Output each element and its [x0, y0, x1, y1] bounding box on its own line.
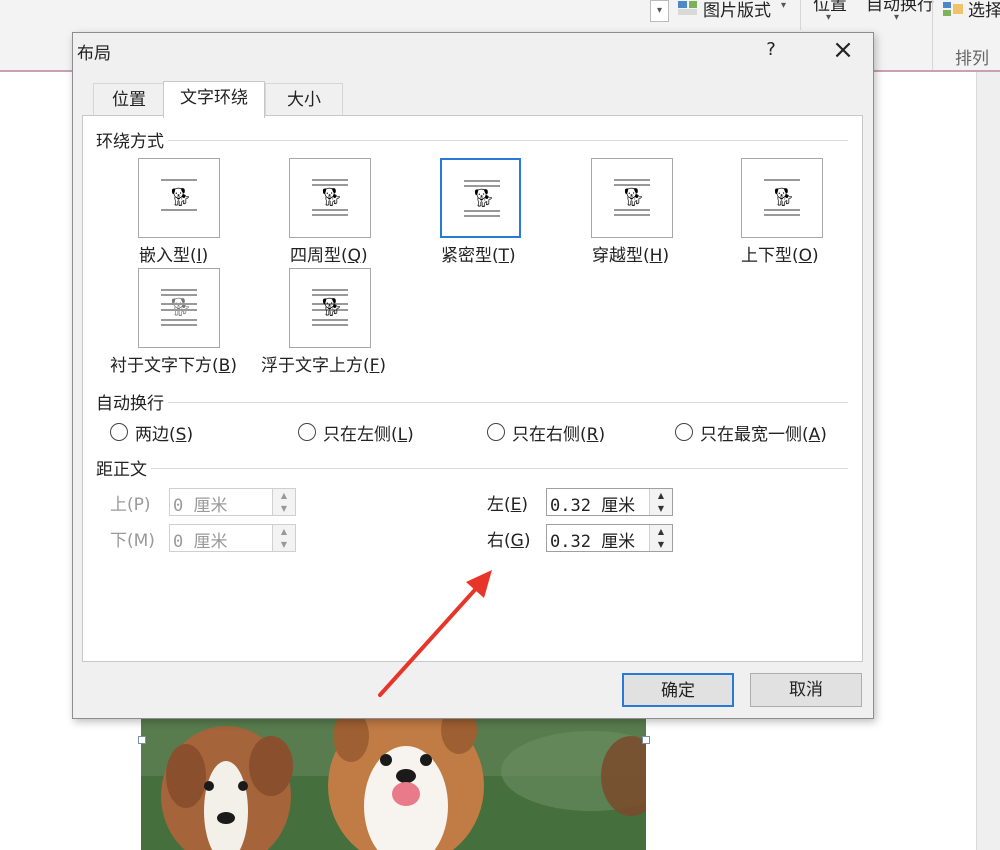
- annotation-arrow: [378, 570, 492, 697]
- wrap-through-icon: 🐕︎: [614, 179, 650, 217]
- watermark-brand: Bai: [760, 755, 831, 799]
- autowrap-button-label[interactable]: 自动换行: [866, 0, 934, 15]
- close-button[interactable]: ×: [825, 35, 861, 67]
- radio-label-left-only: 只在左侧(L): [323, 425, 414, 445]
- wrap-inline-icon: 🐕︎: [161, 179, 197, 217]
- chevron-down-icon: ▾: [826, 12, 832, 23]
- wrap-label-behind-text: 衬于文字下方(B): [110, 356, 237, 376]
- radio-label-largest-only: 只在最宽一侧(A): [700, 425, 827, 445]
- distance-top-label: 上(P): [110, 495, 151, 515]
- wrap-label-in-front: 浮于文字上方(F): [261, 356, 387, 376]
- tab-position[interactable]: 位置: [93, 83, 165, 116]
- spin-up-icon: ▲: [273, 525, 295, 539]
- picture-layout-icon: [678, 1, 697, 15]
- section-divider: [163, 140, 848, 141]
- resize-handle[interactable]: [642, 736, 650, 744]
- distance-top-spinner: 0 厘米 ▲ ▼: [169, 488, 296, 516]
- tab-text-wrapping[interactable]: 文字环绕: [163, 81, 265, 118]
- wrap-square-icon: 🐕︎: [312, 179, 348, 217]
- watermark-brand-cn: 经验: [880, 761, 947, 799]
- wrap-option-square[interactable]: 🐕︎: [289, 158, 371, 238]
- wrap-label-through: 穿越型(H): [592, 246, 670, 266]
- radio-largest-only[interactable]: [675, 423, 693, 441]
- wrap-label-tight: 紧密型(T): [441, 246, 516, 266]
- spin-up-icon[interactable]: ▲: [650, 525, 672, 539]
- spin-up-icon[interactable]: ▲: [650, 489, 672, 503]
- spin-up-icon: ▲: [273, 489, 295, 503]
- wrap-label-square: 四周型(Q): [290, 246, 368, 266]
- wrap-style-heading: 环绕方式: [96, 127, 168, 152]
- wrap-tight-icon: 🐕︎: [464, 180, 500, 218]
- wrap-option-through[interactable]: 🐕︎: [591, 158, 673, 238]
- distance-bottom-label: 下(M): [110, 531, 155, 551]
- watermark-url: jingyan.baidu.com: [765, 805, 895, 821]
- radio-right-only[interactable]: [487, 423, 505, 441]
- wrap-option-inline[interactable]: 🐕︎: [138, 158, 220, 238]
- help-button[interactable]: ?: [761, 39, 781, 60]
- radio-both-sides[interactable]: [110, 423, 128, 441]
- spin-down-icon: ▼: [273, 538, 295, 551]
- vertical-scrollbar[interactable]: [976, 72, 1000, 850]
- wrap-option-behind-text[interactable]: 🐕︎: [138, 268, 220, 348]
- arrange-group-label: 排列: [955, 49, 989, 69]
- distance-right-value[interactable]: 0.32 厘米: [550, 527, 635, 552]
- ribbon-separator: [932, 0, 933, 70]
- puppies-photo: [141, 716, 646, 850]
- radio-label-right-only: 只在右侧(R): [512, 425, 606, 445]
- spin-down-icon: ▼: [273, 502, 295, 515]
- radio-left-only[interactable]: [298, 423, 316, 441]
- wrap-in-front-icon: 🐕︎: [312, 289, 348, 327]
- dialog-title: 布局: [77, 44, 111, 64]
- distance-right-spinner[interactable]: 0.32 厘米 ▲ ▼: [546, 524, 673, 552]
- resize-handle[interactable]: [138, 736, 146, 744]
- distance-bottom-spinner: 0 厘米 ▲ ▼: [169, 524, 296, 552]
- chevron-down-icon: ▾: [781, 0, 787, 11]
- wrap-option-in-front[interactable]: 🐕︎: [289, 268, 371, 348]
- gallery-scroll-button[interactable]: ▾: [650, 0, 669, 22]
- picture-format-label: 图片版式: [703, 1, 771, 21]
- distance-left-spinner[interactable]: 0.32 厘米 ▲ ▼: [546, 488, 673, 516]
- document-picture[interactable]: [141, 716, 646, 850]
- wrap-option-tight[interactable]: 🐕︎: [440, 158, 521, 238]
- distance-bottom-value: 0 厘米: [173, 532, 228, 552]
- distance-heading: 距正文: [96, 455, 151, 480]
- ok-button[interactable]: 确定: [622, 673, 734, 707]
- watermark-brand2: du: [830, 755, 887, 799]
- autowrap-heading: 自动换行: [96, 389, 168, 414]
- radio-label-both-sides: 两边(S): [135, 425, 194, 445]
- selection-pane-icon: [943, 2, 963, 16]
- section-divider: [151, 468, 848, 469]
- cancel-button[interactable]: 取消: [750, 673, 862, 707]
- distance-left-value[interactable]: 0.32 厘米: [550, 491, 635, 516]
- chevron-down-icon: ▾: [894, 12, 900, 23]
- wrap-option-top-bottom[interactable]: 🐕︎: [741, 158, 823, 238]
- spin-down-icon[interactable]: ▼: [650, 502, 672, 515]
- select-label: 选择: [968, 1, 1000, 21]
- wrap-label-top-bottom: 上下型(O): [741, 246, 819, 266]
- tab-size[interactable]: 大小: [265, 83, 343, 116]
- distance-top-value: 0 厘米: [173, 496, 228, 516]
- ribbon-separator: [800, 0, 801, 30]
- section-divider: [163, 402, 848, 403]
- wrap-top-bottom-icon: 🐕︎: [764, 179, 800, 217]
- distance-right-label: 右(G): [487, 531, 531, 551]
- wrap-label-inline: 嵌入型(I): [139, 246, 209, 266]
- distance-left-label: 左(E): [487, 495, 529, 515]
- wrap-behind-text-icon: 🐕︎: [161, 289, 197, 327]
- spin-down-icon[interactable]: ▼: [650, 538, 672, 551]
